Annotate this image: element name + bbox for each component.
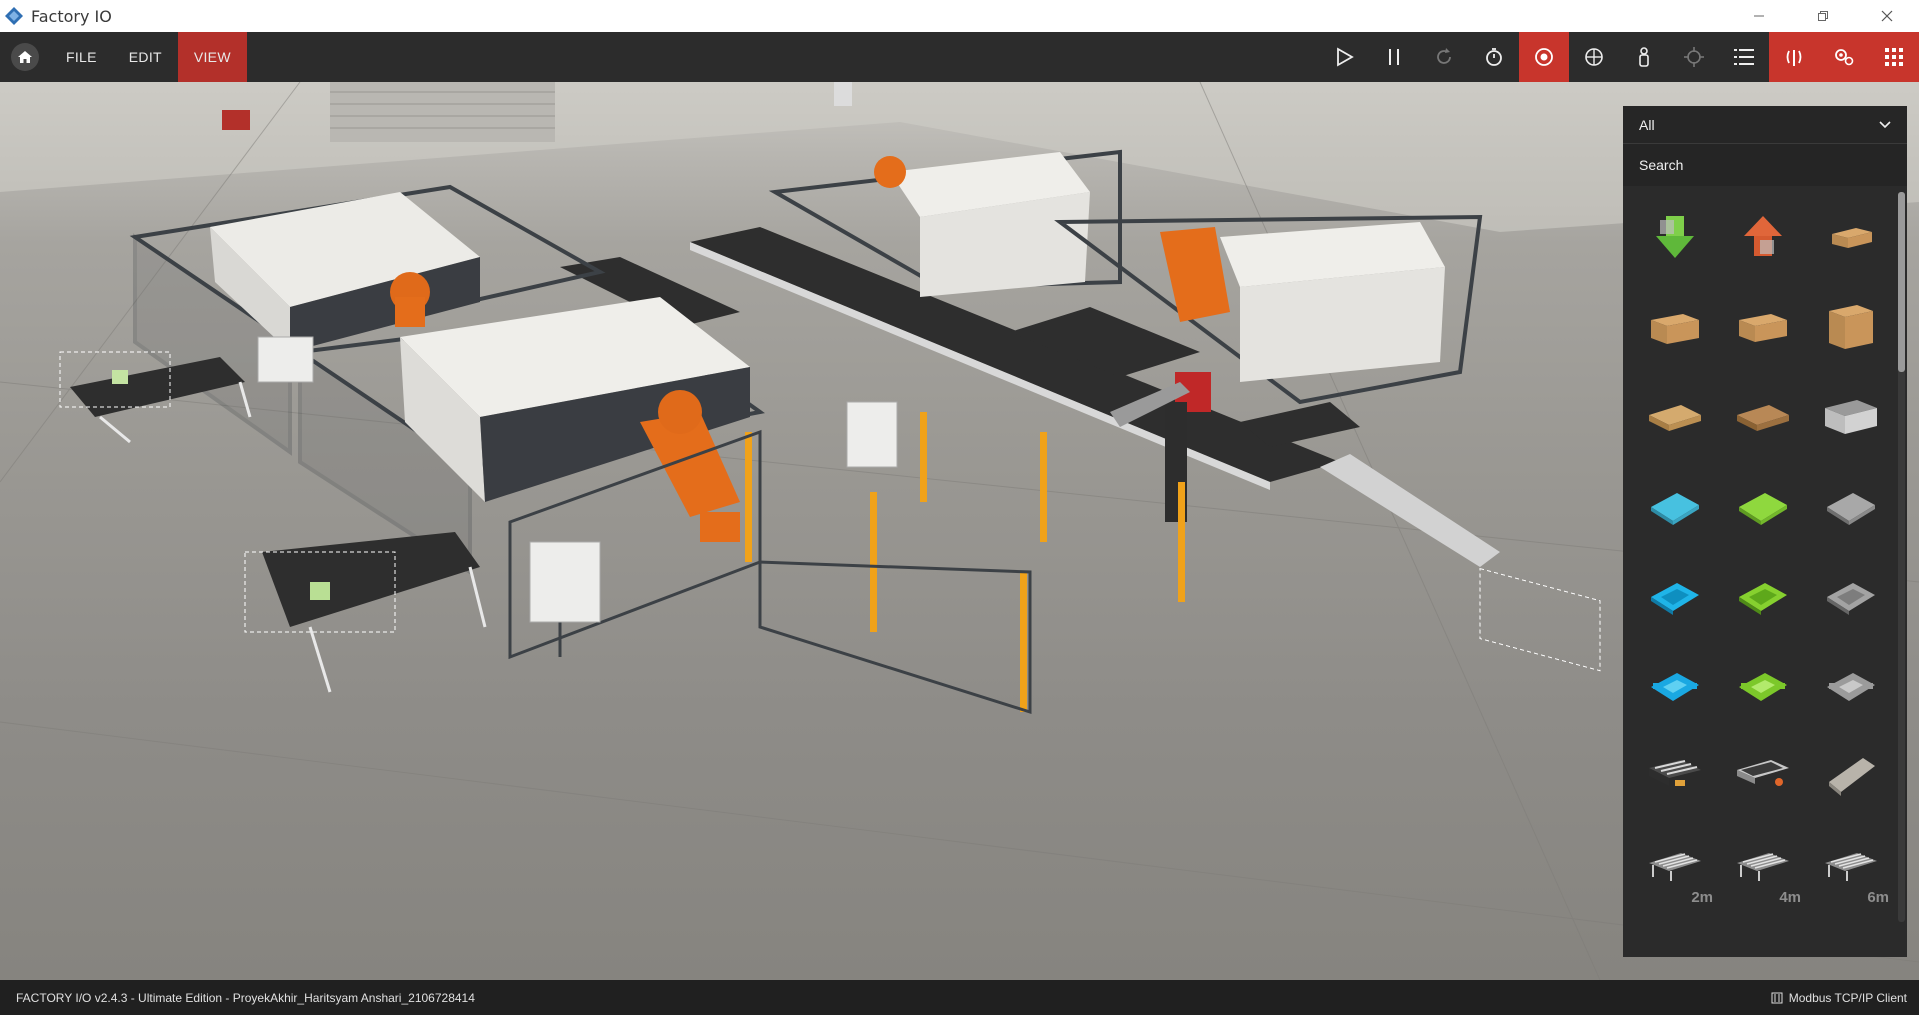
fly-camera-button[interactable] — [1569, 32, 1619, 82]
belt-conveyor-icon[interactable] — [1719, 732, 1807, 822]
first-person-camera-icon — [1639, 47, 1649, 67]
target-button[interactable] — [1669, 32, 1719, 82]
search-input[interactable]: Search — [1623, 144, 1907, 186]
restore-icon[interactable] — [1791, 0, 1855, 32]
main-toolbar: FILE EDIT VIEW — [0, 32, 1919, 82]
pallet-2-icon[interactable] — [1719, 372, 1807, 462]
medium-box-icon[interactable] — [1631, 282, 1719, 372]
medium-box-2-icon[interactable] — [1719, 282, 1807, 372]
fly-camera-icon — [1585, 48, 1603, 66]
roller-conveyor-6m-icon[interactable]: 6m — [1807, 822, 1895, 912]
sensors-icon — [1786, 50, 1802, 66]
green-raw-material-icon[interactable] — [1719, 462, 1807, 552]
scene-list-icon — [1734, 49, 1754, 65]
palette-button[interactable] — [1869, 32, 1919, 82]
category-filter-value: All — [1639, 116, 1655, 133]
window-title-bar: Factory IO — [0, 0, 1919, 32]
orbit-camera-button[interactable] — [1519, 32, 1569, 82]
metal-product-base-icon[interactable] — [1807, 552, 1895, 642]
first-person-camera-button[interactable] — [1619, 32, 1669, 82]
blue-product-base-icon[interactable] — [1631, 552, 1719, 642]
driver-name: Modbus TCP/IP Client — [1788, 990, 1907, 1005]
reset-icon — [1437, 48, 1451, 64]
roller-conveyor-2m-icon[interactable]: 2m — [1631, 822, 1719, 912]
home-button[interactable] — [0, 32, 50, 82]
timer-icon — [1486, 48, 1502, 66]
driver-status[interactable]: Modbus TCP/IP Client — [1771, 980, 1907, 1015]
scene-list-button[interactable] — [1719, 32, 1769, 82]
status-bar: FACTORY I/O v2.4.3 - Ultimate Edition - … — [0, 980, 1919, 1015]
sensors-button[interactable] — [1769, 32, 1819, 82]
metal-product-lid-icon[interactable] — [1807, 642, 1895, 732]
size-label: 6m — [1867, 889, 1889, 906]
pause-button[interactable] — [1369, 32, 1419, 82]
size-label: 2m — [1691, 889, 1713, 906]
metal-plate-icon[interactable] — [1807, 732, 1895, 822]
window-title: Factory IO — [31, 6, 112, 26]
minimize-icon[interactable] — [1727, 0, 1791, 32]
parts-grid: 2m 4m 6m — [1631, 192, 1893, 912]
category-filter-dropdown[interactable]: All — [1623, 106, 1907, 144]
pallet-icon[interactable] — [1631, 372, 1719, 462]
roller-conveyor-4m-icon[interactable]: 4m — [1719, 822, 1807, 912]
close-icon[interactable] — [1855, 0, 1919, 32]
large-box-icon[interactable] — [1807, 282, 1895, 372]
palette-scrollbar[interactable] — [1898, 192, 1905, 922]
drivers-icon — [1835, 49, 1854, 66]
palette-icon — [1885, 48, 1903, 66]
reset-button[interactable] — [1419, 32, 1469, 82]
roller-conveyor-icon[interactable] — [1631, 732, 1719, 822]
menu-file[interactable]: FILE — [50, 32, 113, 82]
target-icon — [1684, 47, 1704, 67]
emitter-icon[interactable] — [1719, 192, 1807, 282]
search-placeholder: Search — [1639, 157, 1684, 173]
parts-palette: All Search 2m 4m 6m — [1623, 106, 1907, 957]
play-button[interactable] — [1319, 32, 1369, 82]
blue-product-lid-icon[interactable] — [1631, 642, 1719, 732]
scrollbar-thumb[interactable] — [1898, 192, 1905, 372]
metal-raw-material-icon[interactable] — [1807, 462, 1895, 552]
timer-button[interactable] — [1469, 32, 1519, 82]
drivers-button[interactable] — [1819, 32, 1869, 82]
blue-raw-material-icon[interactable] — [1631, 462, 1719, 552]
orbit-camera-icon — [1535, 48, 1553, 66]
pause-icon — [1389, 49, 1399, 65]
remover-icon[interactable] — [1631, 192, 1719, 282]
factory-io-logo-icon — [3, 5, 25, 27]
home-icon — [11, 43, 39, 71]
small-box-icon[interactable] — [1807, 192, 1895, 282]
menu-view[interactable]: VIEW — [177, 32, 247, 82]
stackable-box-icon[interactable] — [1807, 372, 1895, 462]
size-label: 4m — [1779, 889, 1801, 906]
green-product-lid-icon[interactable] — [1719, 642, 1807, 732]
chevron-down-icon — [1879, 120, 1891, 128]
menu-edit[interactable]: EDIT — [113, 32, 178, 82]
play-icon — [1337, 47, 1354, 67]
status-text: FACTORY I/O v2.4.3 - Ultimate Edition - … — [16, 990, 475, 1005]
driver-icon — [1771, 992, 1783, 1003]
green-product-base-icon[interactable] — [1719, 552, 1807, 642]
